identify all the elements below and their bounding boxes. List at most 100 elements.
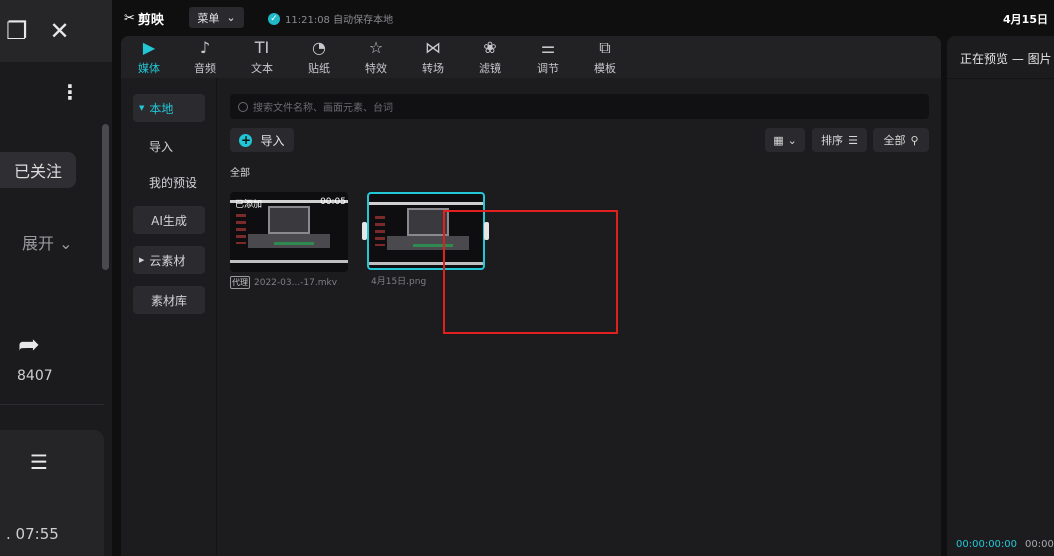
app-name: 剪映 bbox=[137, 13, 164, 28]
subnav-label: 云素材 bbox=[149, 253, 186, 268]
title-bar: ✂ 剪映 菜单 ⌄ ✓ 11:21:08 自动保存本地 4月15日 bbox=[112, 0, 1054, 36]
filter-icon: ⚲ bbox=[910, 133, 919, 147]
thumb-detail bbox=[230, 260, 348, 263]
thumb-detail bbox=[375, 216, 385, 246]
tab-media[interactable]: ▶ 媒体 bbox=[129, 39, 169, 77]
follow-button[interactable]: 已关注 bbox=[0, 152, 76, 188]
tab-template[interactable]: ⧉ 模板 bbox=[585, 39, 625, 77]
subnav-my-presets[interactable]: 我的预设 bbox=[133, 168, 205, 196]
media-item-video[interactable]: 已添加 00:05 代理 2022-03...-17.mkv bbox=[230, 192, 348, 289]
sort-button[interactable]: 排序 ☰ bbox=[812, 128, 867, 152]
thumb-detail bbox=[268, 206, 310, 234]
audio-icon: ♪ bbox=[199, 38, 211, 57]
search-icon bbox=[238, 101, 248, 112]
media-subnav: ▼ 本地 导入 我的预设 AI生成 ▶ 云素材 素材库 bbox=[121, 78, 217, 556]
effects-icon: ☆ bbox=[368, 38, 384, 57]
tab-audio[interactable]: ♪ 音频 bbox=[185, 39, 225, 77]
list-icon[interactable]: ☰ bbox=[30, 450, 48, 474]
media-icon: ▶ bbox=[142, 38, 156, 57]
drag-handle-left[interactable] bbox=[362, 222, 367, 240]
tab-effects[interactable]: ☆ 特效 bbox=[356, 39, 396, 77]
filter-button[interactable]: 全部 ⚲ bbox=[873, 128, 929, 152]
menu-label: 菜单 bbox=[197, 11, 220, 25]
time-value: 07:55 bbox=[15, 525, 59, 543]
expand-label: 展开 bbox=[22, 234, 55, 253]
chevron-down-icon: ⌄ bbox=[59, 234, 73, 253]
menu-button[interactable]: 菜单 ⌄ bbox=[189, 7, 244, 28]
left-app-toolbar: ❐ ✕ bbox=[0, 0, 112, 62]
subnav-label: 本地 bbox=[149, 101, 174, 116]
adjust-icon: ⚌ bbox=[540, 38, 556, 57]
subnav-label: AI生成 bbox=[151, 213, 187, 228]
search-input[interactable]: 搜索文件名称、画面元素、台词 bbox=[230, 94, 929, 119]
tab-filter[interactable]: ❀ 滤镜 bbox=[470, 39, 510, 77]
thumb-detail bbox=[236, 214, 246, 244]
total-time: 00:00 bbox=[1025, 539, 1054, 550]
proxy-badge: 代理 bbox=[230, 276, 250, 289]
current-time: 00:00:00:00 bbox=[956, 539, 1018, 550]
tab-sticker[interactable]: ◔ 贴纸 bbox=[299, 39, 339, 77]
tab-text[interactable]: TI 文本 bbox=[242, 39, 282, 77]
tab-label: 文本 bbox=[251, 62, 273, 75]
share-icon[interactable]: ➦ bbox=[18, 330, 40, 360]
text-icon: TI bbox=[254, 38, 270, 57]
left-app-strip: ❐ ✕ ⋮ 已关注 展开 ⌄ ➦ 8407 ☰ . 07:55 bbox=[0, 0, 112, 556]
filter-label: 全部 bbox=[883, 134, 906, 147]
import-button[interactable]: + 导入 bbox=[230, 128, 294, 152]
media-content: 搜索文件名称、画面元素、台词 + 导入 ▦ ⌄ 排序 ☰ 全部 ⚲ 全部 已添加… bbox=[218, 78, 941, 556]
thumb-detail bbox=[248, 234, 330, 248]
subnav-library[interactable]: 素材库 bbox=[133, 286, 205, 314]
media-thumbnail[interactable]: 已添加 00:05 bbox=[230, 192, 348, 272]
plus-icon: + bbox=[239, 133, 253, 147]
transition-icon: ⋈ bbox=[425, 38, 441, 57]
import-label: 导入 bbox=[260, 133, 285, 148]
tab-transition[interactable]: ⋈ 转场 bbox=[413, 39, 453, 77]
app-logo: ✂ 剪映 bbox=[124, 9, 164, 28]
grid-icon: ▦ bbox=[773, 133, 784, 147]
highlight-box bbox=[443, 210, 618, 334]
expand-button[interactable]: 展开 ⌄ bbox=[22, 230, 73, 254]
tab-label: 特效 bbox=[365, 62, 387, 75]
added-badge: 已添加 bbox=[235, 200, 263, 210]
template-icon: ⧉ bbox=[599, 38, 611, 57]
preview-title: 正在预览 — 图片 bbox=[960, 52, 1052, 66]
capcut-logo-icon: ✂ bbox=[124, 11, 135, 26]
sort-label: 排序 bbox=[821, 134, 844, 147]
divider bbox=[947, 78, 1054, 79]
close-icon[interactable]: ✕ bbox=[50, 19, 70, 43]
subnav-import[interactable]: 导入 bbox=[133, 132, 205, 160]
media-filename: 4月15日.png bbox=[371, 277, 427, 287]
search-placeholder: 搜索文件名称、画面元素、台词 bbox=[253, 103, 393, 114]
tab-label: 模板 bbox=[594, 62, 616, 75]
time-label: . 07:55 bbox=[6, 525, 59, 543]
divider bbox=[0, 404, 104, 405]
tab-adjust[interactable]: ⚌ 调节 bbox=[528, 39, 568, 77]
chevron-down-icon: ⌄ bbox=[787, 133, 797, 147]
duration-label: 00:05 bbox=[320, 197, 346, 207]
subnav-local[interactable]: ▼ 本地 bbox=[133, 94, 205, 122]
scrollbar[interactable] bbox=[102, 124, 109, 270]
caret-down-icon: ▼ bbox=[139, 104, 145, 112]
subnav-ai-generate[interactable]: AI生成 bbox=[133, 206, 205, 234]
tab-label: 调节 bbox=[537, 62, 559, 75]
subnav-label: 我的预设 bbox=[149, 175, 198, 190]
filter-icon: ❀ bbox=[483, 38, 497, 57]
tab-label: 音频 bbox=[194, 62, 216, 75]
tab-label: 贴纸 bbox=[308, 62, 330, 75]
media-panel: ▶ 媒体 ♪ 音频 TI 文本 ◔ 贴纸 ☆ 特效 ⋈ 转场 ❀ 滤镜 ⚌ 调节 bbox=[121, 36, 941, 556]
date-label: 4月15日 bbox=[1003, 13, 1048, 26]
view-mode-button[interactable]: ▦ ⌄ bbox=[765, 128, 805, 152]
tab-label: 媒体 bbox=[138, 62, 160, 75]
subnav-label: 素材库 bbox=[150, 293, 187, 308]
chevron-down-icon: ⌄ bbox=[226, 11, 236, 24]
tab-label: 滤镜 bbox=[479, 62, 501, 75]
subnav-cloud[interactable]: ▶ 云素材 bbox=[133, 246, 205, 274]
save-status-text: 11:21:08 自动保存本地 bbox=[285, 15, 394, 26]
more-options-icon[interactable]: ⋮ bbox=[60, 80, 80, 104]
media-caption: 代理 2022-03...-17.mkv bbox=[230, 276, 348, 289]
follow-label: 已关注 bbox=[13, 162, 62, 181]
thumb-detail bbox=[274, 242, 314, 245]
restore-window-icon[interactable]: ❐ bbox=[6, 19, 28, 43]
check-icon: ✓ bbox=[268, 12, 280, 25]
media-filename: 2022-03...-17.mkv bbox=[254, 277, 338, 288]
